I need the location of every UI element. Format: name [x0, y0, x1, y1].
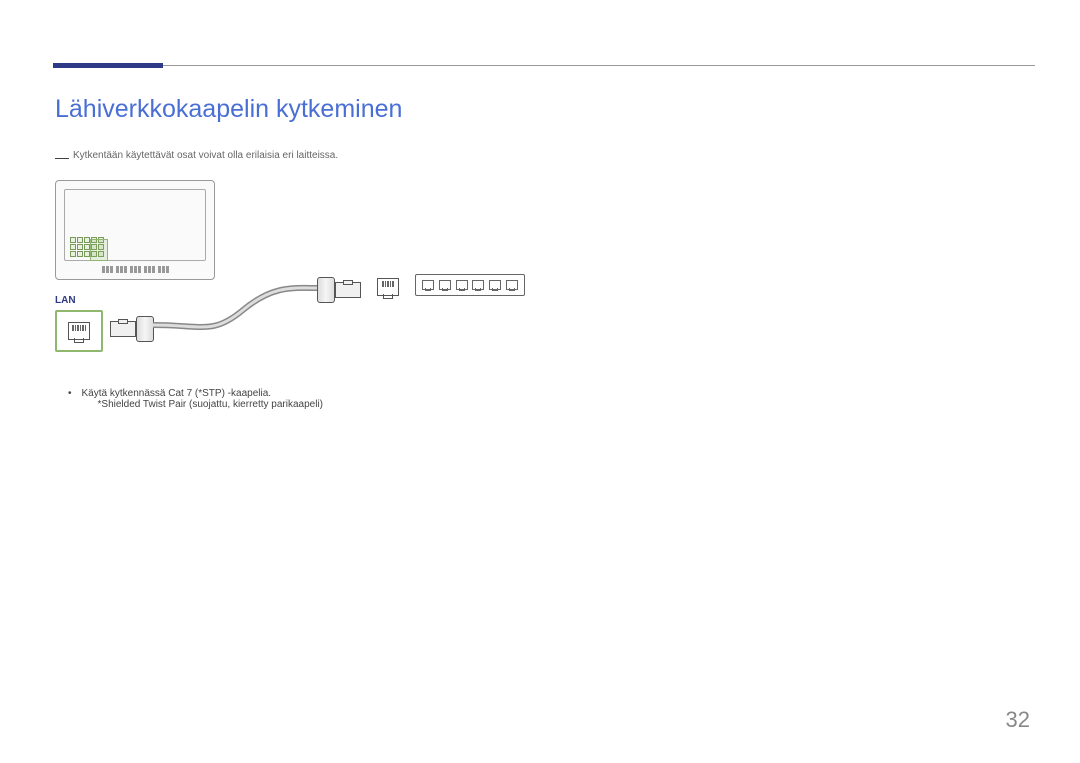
page-number: 32: [1006, 707, 1030, 733]
switch-port-icon: [472, 280, 484, 290]
lan-port-detail: [55, 310, 103, 352]
cable-connector-device-side: [110, 316, 154, 342]
switch-port-icon: [439, 280, 451, 290]
note-dash-icon: ―: [55, 150, 69, 164]
header-rule: [53, 65, 1035, 66]
intermediate-port-icon: [377, 278, 397, 296]
switch-port-icon: [422, 280, 434, 290]
note-text: Kytkentään käytettävät osat voivat olla …: [73, 150, 338, 161]
cable-connector-switch-side: [317, 277, 361, 303]
bullet-subtext: *Shielded Twist Pair (suojattu, kierrett…: [98, 399, 323, 410]
cable-boot-icon: [136, 316, 154, 342]
switch-port-icon: [489, 280, 501, 290]
network-switch-device: [415, 274, 525, 296]
rj45-plug-icon: [110, 321, 136, 337]
cable-path: [153, 250, 333, 340]
rj45-port-icon: [68, 322, 90, 340]
bullet-dot-icon: •: [68, 388, 72, 410]
switch-port-icon: [506, 280, 518, 290]
rj45-plug-icon: [335, 282, 361, 298]
cable-boot-icon: [317, 277, 335, 303]
page-title: Lähiverkkokaapelin kytkeminen: [55, 95, 402, 124]
switch-port-icon: [456, 280, 468, 290]
bullet-text: Käytä kytkennässä Cat 7 (*STP) -kaapelia…: [82, 388, 323, 399]
lan-port-label: LAN: [55, 295, 76, 306]
note-line: ― Kytkentään käytettävät osat voivat oll…: [55, 150, 338, 164]
monitor-lan-port-highlight: [90, 239, 108, 261]
connection-diagram: LAN: [55, 180, 215, 280]
notes-list: • Käytä kytkennässä Cat 7 (*STP) -kaapel…: [68, 388, 323, 414]
header-accent-bar: [53, 63, 163, 68]
